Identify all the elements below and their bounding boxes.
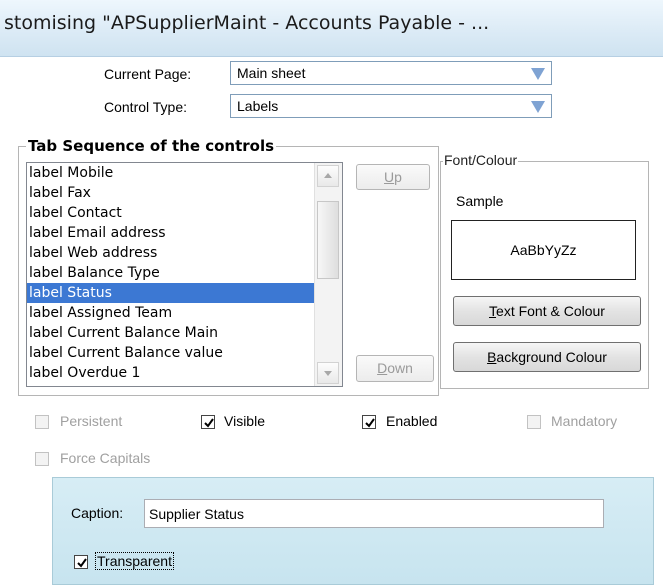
caption-input[interactable]: Supplier Status: [144, 499, 604, 528]
background-colour-button[interactable]: Background Colour: [453, 342, 641, 372]
sample-label: Sample: [456, 193, 504, 209]
background-label-rest: ackground Colour: [496, 349, 607, 365]
text-font-label-rest: ext Font & Colour: [496, 303, 605, 319]
list-item[interactable]: label Assigned Team: [27, 303, 315, 323]
list-item-selected[interactable]: label Status: [27, 283, 315, 303]
enabled-checkbox[interactable]: [362, 415, 376, 429]
list-scrollbar[interactable]: [314, 163, 342, 386]
tab-sequence-title: Tab Sequence of the controls: [26, 137, 277, 155]
control-type-value: Labels: [237, 98, 279, 114]
scroll-thumb[interactable]: [317, 201, 339, 279]
caption-label: Caption:: [71, 505, 124, 521]
scroll-up-arrow-icon: [324, 173, 332, 178]
scroll-down-button[interactable]: [317, 362, 339, 384]
up-label-rest: p: [394, 169, 402, 185]
list-item[interactable]: label Contact: [27, 203, 315, 223]
sample-text: AaBbYyZz: [510, 242, 577, 258]
list-item[interactable]: label Current Balance Main: [27, 323, 315, 343]
list-item[interactable]: label Current Balance value: [27, 343, 315, 363]
font-sample-box: AaBbYyZz: [451, 220, 636, 280]
visible-label: Visible: [224, 413, 265, 429]
caption-value: Supplier Status: [149, 506, 244, 522]
control-type-label: Control Type:: [104, 99, 188, 115]
move-up-button[interactable]: Up: [356, 164, 430, 190]
down-label-rest: own: [387, 360, 413, 376]
window-title-bar[interactable]: stomising "APSupplierMaint - Accounts Pa…: [0, 0, 663, 57]
force-capitals-checkbox[interactable]: [35, 452, 49, 466]
force-capitals-label: Force Capitals: [60, 450, 151, 466]
transparent-label: Transparent: [95, 552, 174, 570]
control-type-dropdown[interactable]: Labels: [230, 94, 552, 118]
down-mnemonic: D: [377, 360, 388, 376]
mandatory-checkbox[interactable]: [527, 415, 541, 429]
list-item[interactable]: label Email address: [27, 223, 315, 243]
checkmark-icon: [365, 418, 375, 428]
background-mnemonic: B: [487, 349, 497, 365]
list-item[interactable]: label Web address: [27, 243, 315, 263]
up-mnemonic: U: [384, 169, 395, 185]
list-item[interactable]: label Fax: [27, 183, 315, 203]
checkmark-icon: [204, 418, 214, 428]
transparent-checkbox[interactable]: [74, 555, 88, 569]
visible-checkbox[interactable]: [201, 415, 215, 429]
mandatory-label: Mandatory: [551, 413, 618, 429]
tab-sequence-list[interactable]: label Mobile label Fax label Contact lab…: [26, 162, 343, 387]
current-page-label: Current Page:: [104, 66, 192, 82]
text-font-mnemonic: T: [489, 303, 497, 319]
current-page-dropdown[interactable]: Main sheet: [230, 61, 552, 85]
text-font-colour-button[interactable]: Text Font & Colour: [453, 296, 641, 326]
persistent-label: Persistent: [60, 413, 123, 429]
transparent-label-text: Transparent: [97, 553, 172, 569]
scroll-up-button[interactable]: [317, 165, 339, 187]
checkmark-icon: [77, 558, 87, 568]
list-item[interactable]: label Balance Type: [27, 263, 315, 283]
window-title: stomising "APSupplierMaint - Accounts Pa…: [4, 12, 490, 34]
triangle-down-icon: [531, 68, 545, 80]
list-item[interactable]: label Mobile: [27, 163, 315, 183]
triangle-down-icon: [531, 101, 545, 113]
move-down-button[interactable]: Down: [356, 355, 434, 382]
font-colour-title: Font/Colour: [443, 152, 519, 168]
current-page-value: Main sheet: [237, 65, 306, 81]
persistent-checkbox[interactable]: [35, 415, 49, 429]
enabled-label: Enabled: [386, 413, 438, 429]
scroll-down-arrow-icon: [324, 371, 332, 376]
list-item[interactable]: label Overdue 1: [27, 363, 315, 383]
